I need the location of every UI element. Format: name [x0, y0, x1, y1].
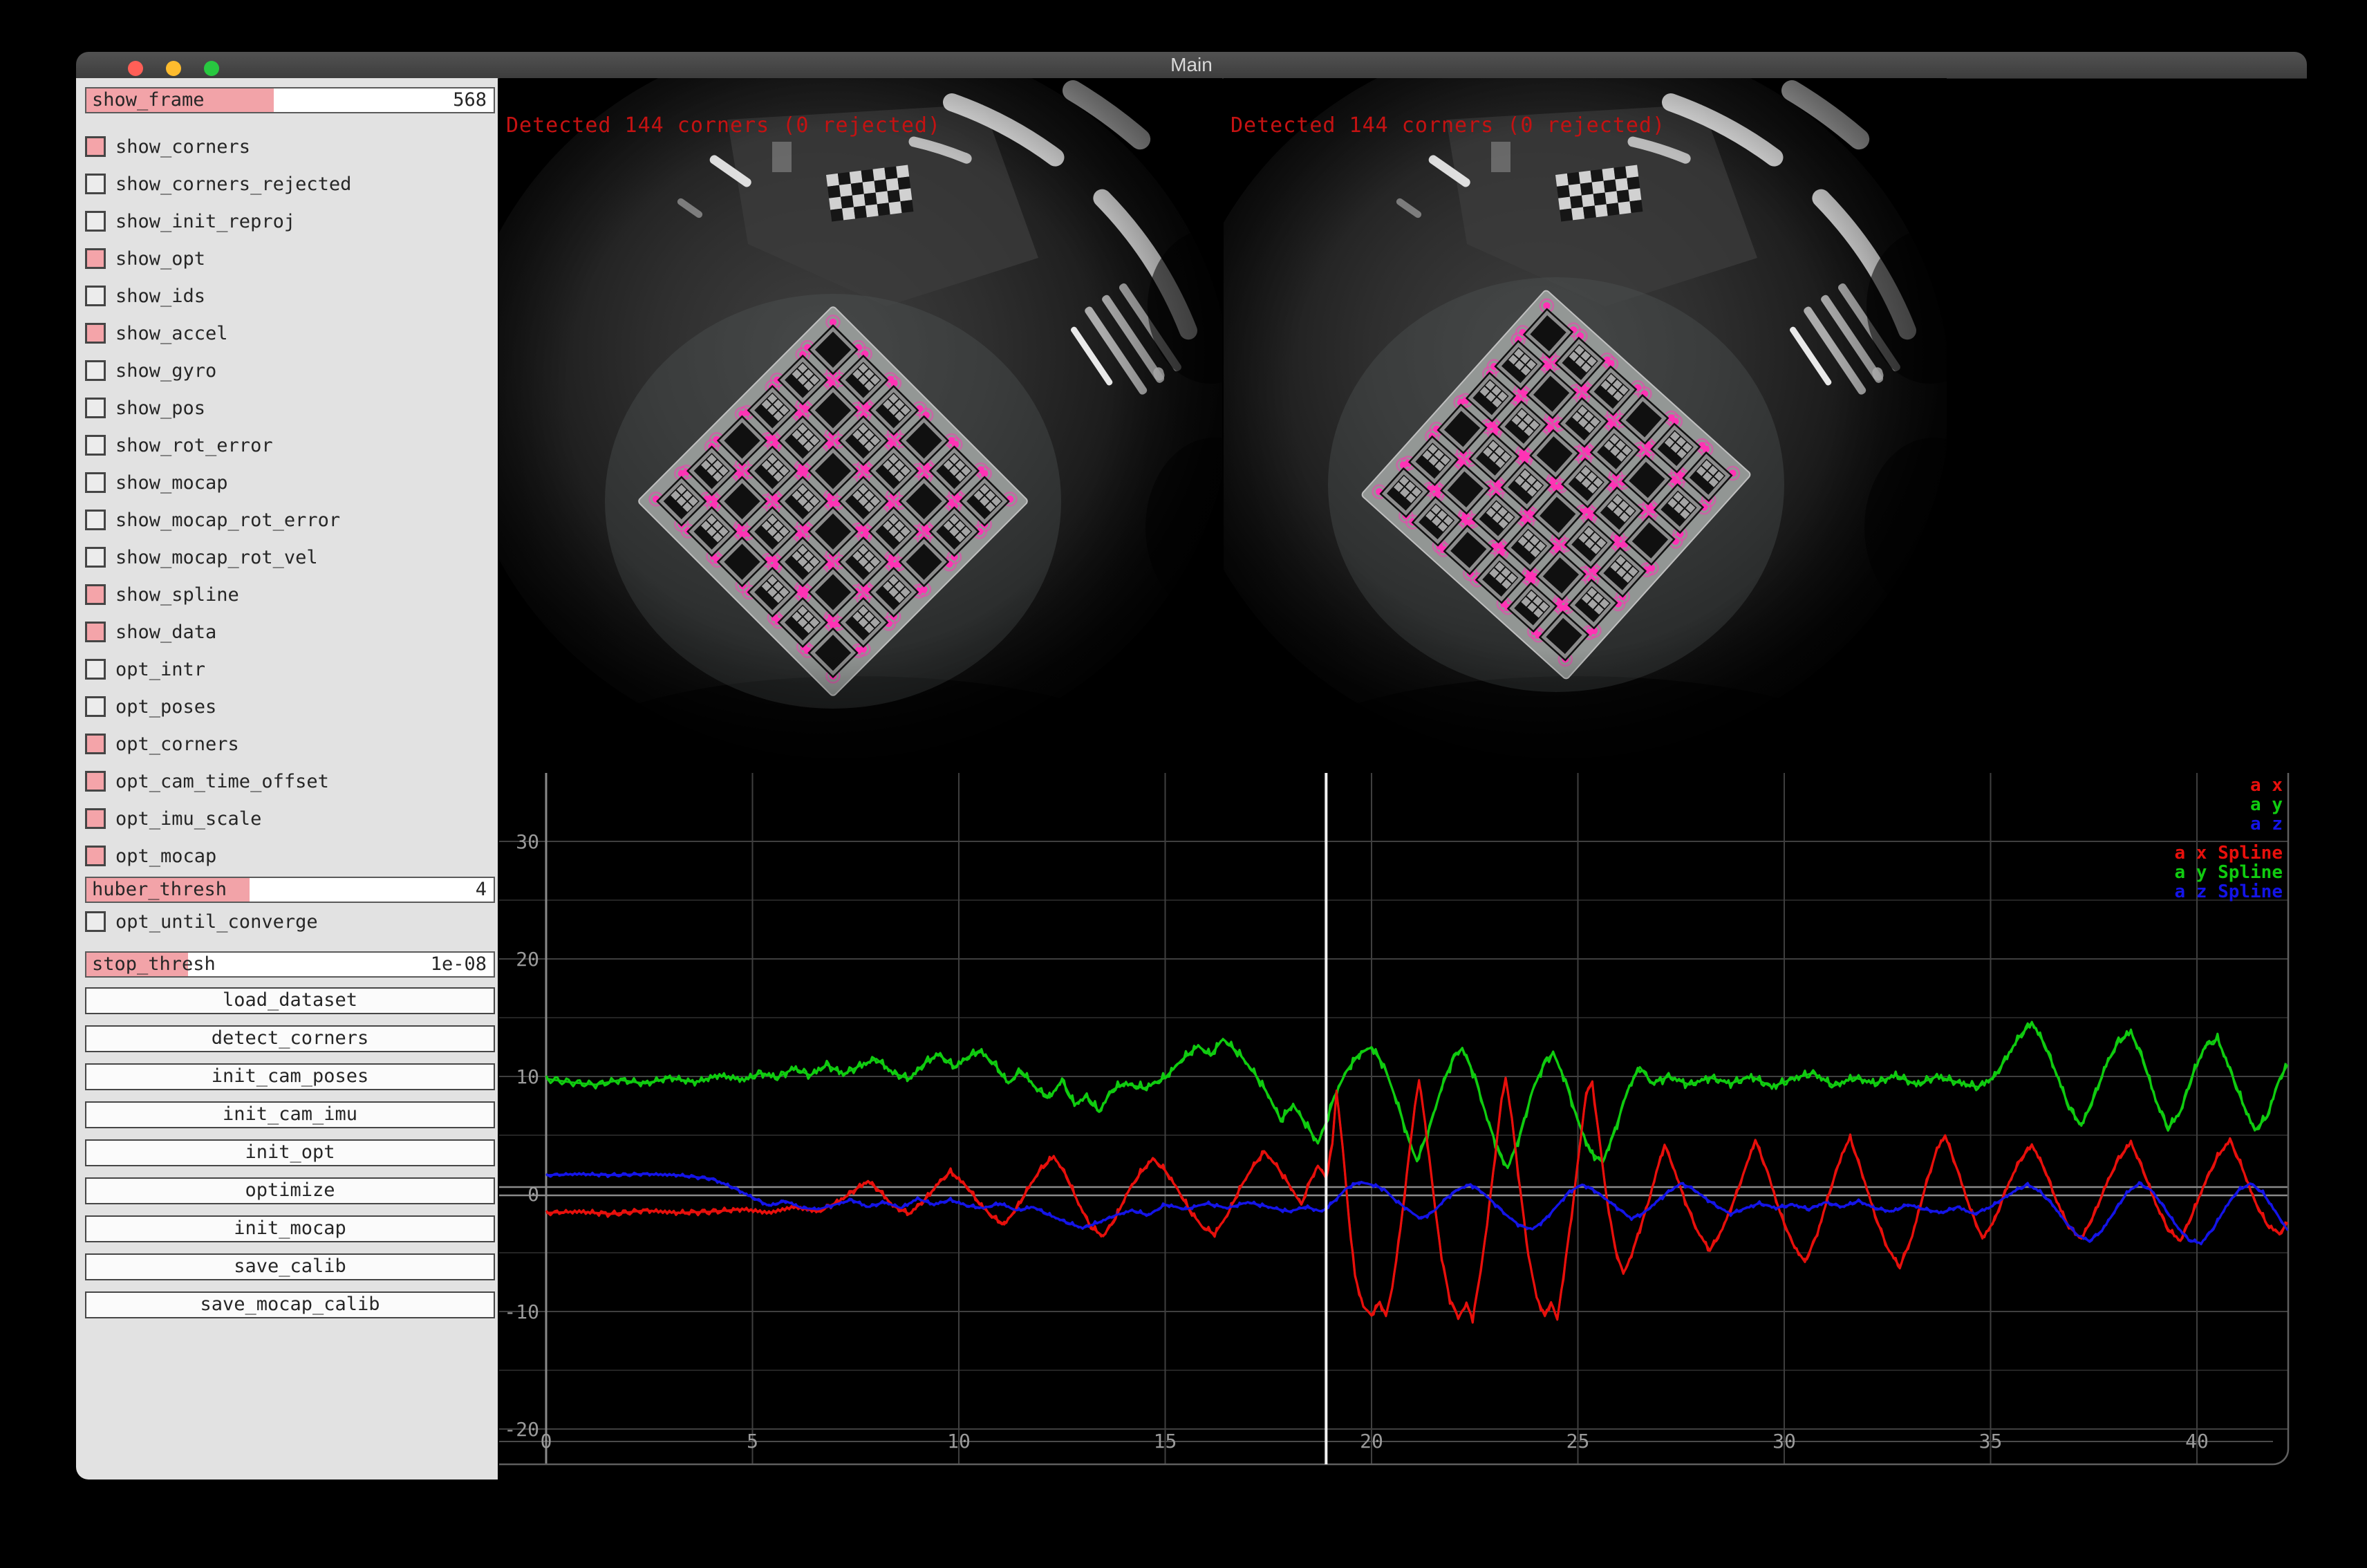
load_dataset-button[interactable]: load_dataset — [85, 987, 495, 1014]
slider-label: show_frame — [92, 89, 205, 111]
control-panel: show_frame 568 show_corners show_corners_re… — [76, 78, 498, 1480]
checkbox-label: opt_until_converge — [115, 911, 318, 933]
checkbox-label: show_corners_rejected — [115, 174, 351, 195]
init_opt-button[interactable]: init_opt — [85, 1139, 495, 1166]
checkbox-label: show_mocap_rot_vel — [115, 547, 318, 568]
slider-huber_thresh[interactable]: huber_thresh 4 — [85, 877, 495, 903]
slider-show_frame[interactable]: show_frame 568 — [85, 87, 495, 113]
corner-detection-status: Detected 144 corners (0 rejected) — [506, 113, 941, 138]
svg-text:15: 15 — [1154, 1430, 1177, 1453]
checkbox-label: opt_cam_time_offset — [115, 771, 329, 792]
legend-entry: a x — [2250, 775, 2283, 796]
save_calib-button[interactable]: save_calib — [85, 1253, 495, 1280]
checkbox-box[interactable] — [85, 510, 106, 530]
init_cam_imu-button[interactable]: init_cam_imu — [85, 1101, 495, 1128]
checkbox-box[interactable] — [85, 360, 106, 381]
checkbox-box[interactable] — [85, 659, 106, 680]
legend-entry: a z Spline — [2174, 881, 2283, 902]
legend-entry: a y Spline — [2174, 862, 2283, 883]
svg-text:10: 10 — [516, 1065, 539, 1088]
svg-text:0: 0 — [527, 1183, 539, 1206]
checkbox-label: show_accel — [115, 323, 228, 344]
checkbox-box[interactable] — [85, 584, 106, 605]
checkbox-box[interactable] — [85, 622, 106, 642]
checkbox-box[interactable] — [85, 286, 106, 306]
titlebar[interactable]: Main — [76, 52, 2307, 79]
camera-view-right[interactable]: Detected 144 corners (0 rejected) — [1224, 78, 1947, 773]
checkbox-box[interactable] — [85, 435, 106, 456]
checkbox-box[interactable] — [85, 398, 106, 418]
checkbox-label: show_ids — [115, 286, 205, 307]
checkbox-box[interactable] — [85, 846, 106, 866]
slider-value: 4 — [476, 879, 487, 901]
desktop-background: Main show_frame 568 show_corners show_corne… — [0, 0, 2367, 1568]
svg-text:30: 30 — [1772, 1430, 1796, 1453]
checkbox-box[interactable] — [85, 472, 106, 493]
init_cam_poses-button[interactable]: init_cam_poses — [85, 1063, 495, 1090]
window-title: Main — [76, 52, 2307, 78]
checkbox-label: show_opt — [115, 248, 205, 270]
checkbox-box[interactable] — [85, 211, 106, 232]
checkbox-box[interactable] — [85, 174, 106, 194]
init_mocap-button[interactable]: init_mocap — [85, 1215, 495, 1242]
legend-entry: a y — [2250, 794, 2283, 815]
checkbox-label: show_corners — [115, 136, 250, 158]
checkbox-box[interactable] — [85, 696, 106, 717]
optimize-button[interactable]: optimize — [85, 1177, 495, 1204]
checkbox-box[interactable] — [85, 323, 106, 344]
checkbox-box[interactable] — [85, 136, 106, 157]
corner-detection-status: Detected 144 corners (0 rejected) — [1231, 113, 1665, 138]
svg-text:35: 35 — [1979, 1430, 2003, 1453]
svg-text:0: 0 — [541, 1430, 552, 1453]
svg-text:10: 10 — [947, 1430, 971, 1453]
checkbox-label: show_pos — [115, 398, 205, 419]
checkbox-box[interactable] — [85, 734, 106, 754]
svg-text:20: 20 — [1360, 1430, 1383, 1453]
svg-text:30: 30 — [516, 830, 539, 853]
checkbox-label: show_mocap — [115, 472, 228, 494]
slider-value: 1e-08 — [431, 953, 487, 976]
checkbox-label: show_mocap_rot_error — [115, 510, 340, 531]
imu-plot[interactable]: 0 5 10 15 20 25 30 35 40 30 20 10 0 -10 -20 a xa ya z a … — [499, 773, 2307, 1480]
checkbox-box[interactable] — [85, 248, 106, 269]
checkbox-label: opt_intr — [115, 659, 205, 680]
checkbox-label: show_spline — [115, 584, 239, 606]
app-window: Main show_frame 568 show_corners show_corne… — [76, 52, 2307, 1480]
save_mocap_calib-button[interactable]: save_mocap_calib — [85, 1291, 495, 1318]
checkbox-label: opt_corners — [115, 734, 239, 755]
checkbox-label: opt_imu_scale — [115, 808, 261, 830]
checkbox-box[interactable] — [85, 547, 106, 568]
checkbox-label: opt_poses — [115, 696, 216, 718]
checkbox-label: show_rot_error — [115, 435, 273, 456]
fisheye-vignette — [1224, 78, 1947, 773]
slider-value: 568 — [453, 89, 487, 111]
checkbox-label: opt_mocap — [115, 846, 216, 867]
svg-text:-20: -20 — [504, 1418, 539, 1441]
svg-text:40: 40 — [2185, 1430, 2209, 1453]
checkbox-label: show_data — [115, 622, 216, 643]
legend-entry: a z — [2250, 814, 2283, 834]
checkbox-box[interactable] — [85, 771, 106, 792]
checkbox-box[interactable] — [85, 911, 106, 932]
camera-view-left[interactable]: Detected 144 corners (0 rejected) — [499, 78, 1222, 773]
svg-text:-10: -10 — [504, 1300, 539, 1323]
legend-entry: a x Spline — [2174, 843, 2283, 864]
svg-text:5: 5 — [747, 1430, 758, 1453]
slider-label: stop_thresh — [92, 953, 216, 976]
slider-stop_thresh[interactable]: stop_thresh 1e-08 — [85, 951, 495, 978]
svg-text:20: 20 — [516, 948, 539, 971]
fisheye-vignette — [499, 78, 1222, 773]
checkbox-label: show_gyro — [115, 360, 216, 382]
slider-label: huber_thresh — [92, 879, 227, 901]
svg-text:25: 25 — [1566, 1430, 1590, 1453]
checkbox-box[interactable] — [85, 808, 106, 829]
detect_corners-button[interactable]: detect_corners — [85, 1025, 495, 1052]
checkbox-label: show_init_reproj — [115, 211, 295, 232]
